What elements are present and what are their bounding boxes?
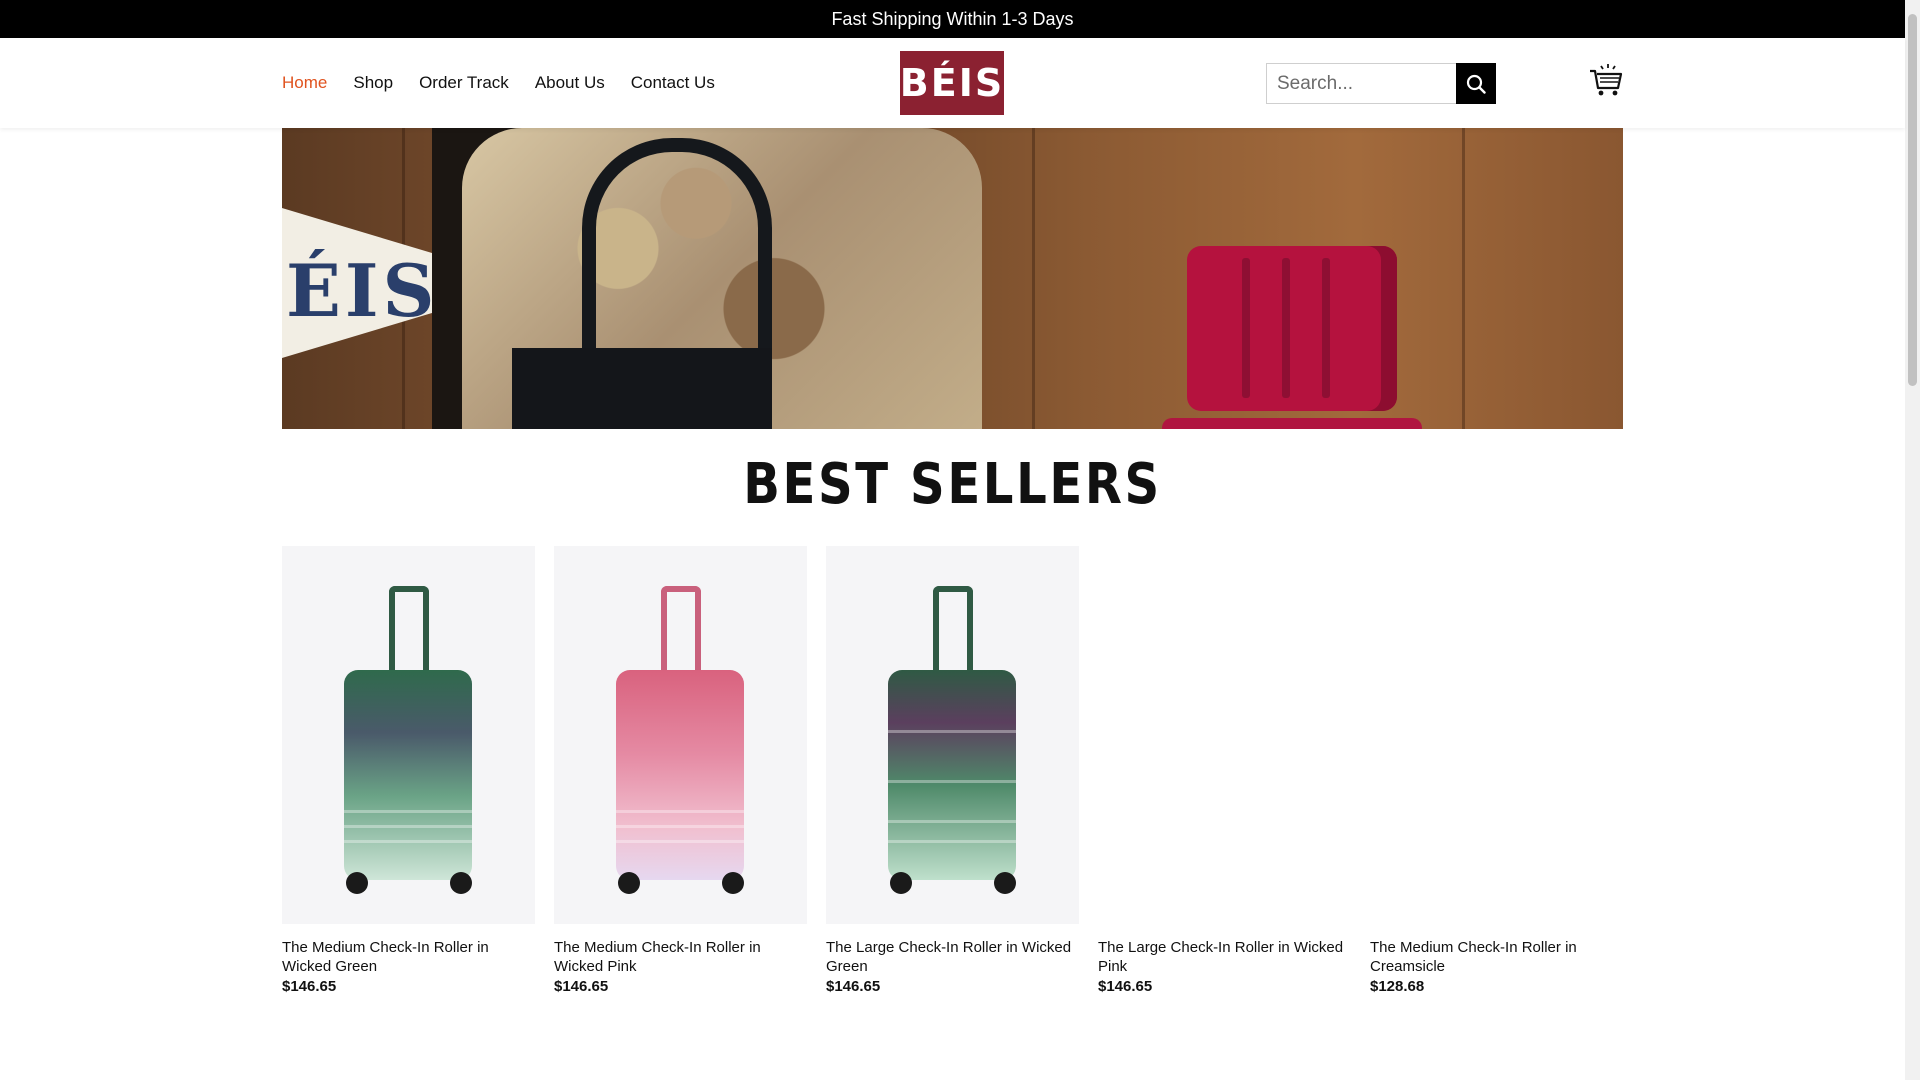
- wheel: [890, 872, 912, 894]
- product-image[interactable]: [554, 546, 807, 924]
- scrollbar-thumb[interactable]: [1908, 14, 1917, 386]
- wheel: [994, 872, 1016, 894]
- product-card[interactable]: The Medium Check-In Roller in Wicked Pin…: [554, 546, 807, 995]
- product-image[interactable]: [1370, 546, 1623, 924]
- product-image[interactable]: [1098, 546, 1351, 924]
- suitcase-handle: [933, 586, 973, 676]
- nav-shop[interactable]: Shop: [353, 73, 393, 93]
- announcement-text: Fast Shipping Within 1-3 Days: [831, 8, 1074, 29]
- search-form: [1266, 63, 1496, 104]
- black-bag: [512, 348, 772, 429]
- brand-logo-text: BÉIS: [899, 61, 1005, 105]
- product-card[interactable]: The Large Check-In Roller in Wicked Pink…: [1098, 546, 1351, 995]
- product-name[interactable]: The Medium Check-In Roller in Wicked Gre…: [282, 938, 535, 976]
- search-icon: [1466, 74, 1486, 94]
- product-name[interactable]: The Medium Check-In Roller in Creamsicle: [1370, 938, 1623, 976]
- brand-logo[interactable]: BÉIS: [900, 51, 1004, 115]
- suitcase-ridge: [1322, 258, 1330, 398]
- suitcase-body: [344, 670, 472, 880]
- search-button[interactable]: [1456, 63, 1496, 104]
- product-card[interactable]: The Large Check-In Roller in Wicked Gree…: [826, 546, 1079, 995]
- wheel: [722, 872, 744, 894]
- wheel: [450, 872, 472, 894]
- suitcase-ridge: [1242, 258, 1250, 398]
- product-image[interactable]: [282, 546, 535, 924]
- suitcase-ridge: [1282, 258, 1290, 398]
- suitcase-body: [616, 670, 744, 880]
- hero-banner[interactable]: ÉIS: [282, 128, 1623, 429]
- product-image[interactable]: [826, 546, 1079, 924]
- product-price: $146.65: [282, 978, 337, 995]
- red-suitcase: [1187, 246, 1397, 411]
- pennant-text: ÉIS: [286, 248, 439, 333]
- wheel: [618, 872, 640, 894]
- product-price: $146.65: [826, 978, 881, 995]
- nav-about-us[interactable]: About Us: [535, 73, 605, 93]
- nav-order-track[interactable]: Order Track: [419, 73, 509, 93]
- nav-home[interactable]: Home: [282, 73, 327, 93]
- search-input[interactable]: [1266, 63, 1456, 104]
- cart-icon: [1590, 64, 1623, 96]
- suitcase-body: [888, 670, 1016, 880]
- wood-plank-line: [1032, 128, 1035, 429]
- product-name[interactable]: The Medium Check-In Roller in Wicked Pin…: [554, 938, 807, 976]
- product-grid: The Medium Check-In Roller in Wicked Gre…: [282, 546, 1623, 995]
- product-card[interactable]: The Medium Check-In Roller in Creamsicle…: [1370, 546, 1623, 995]
- suitcase-handle: [389, 586, 429, 676]
- wood-plank-line: [1462, 128, 1465, 429]
- product-card[interactable]: The Medium Check-In Roller in Wicked Gre…: [282, 546, 535, 995]
- page-scrollbar[interactable]: [1905, 0, 1920, 1080]
- product-price: $128.68: [1370, 978, 1425, 995]
- cart-button[interactable]: [1588, 62, 1624, 98]
- product-price: $146.65: [554, 978, 609, 995]
- site-header: Home Shop Order Track About Us Contact U…: [0, 38, 1905, 128]
- wheel: [346, 872, 368, 894]
- nav-contact-us[interactable]: Contact Us: [631, 73, 715, 93]
- announcement-bar: Fast Shipping Within 1-3 Days: [0, 0, 1905, 38]
- product-price: $146.65: [1098, 978, 1153, 995]
- suitcase-handle: [661, 586, 701, 676]
- section-title: BEST SELLERS: [743, 452, 1162, 517]
- product-name[interactable]: The Large Check-In Roller in Wicked Gree…: [826, 938, 1079, 976]
- product-name[interactable]: The Large Check-In Roller in Wicked Pink: [1098, 938, 1351, 976]
- red-suitcase-bottom: [1162, 418, 1422, 429]
- main-nav: Home Shop Order Track About Us Contact U…: [282, 38, 715, 128]
